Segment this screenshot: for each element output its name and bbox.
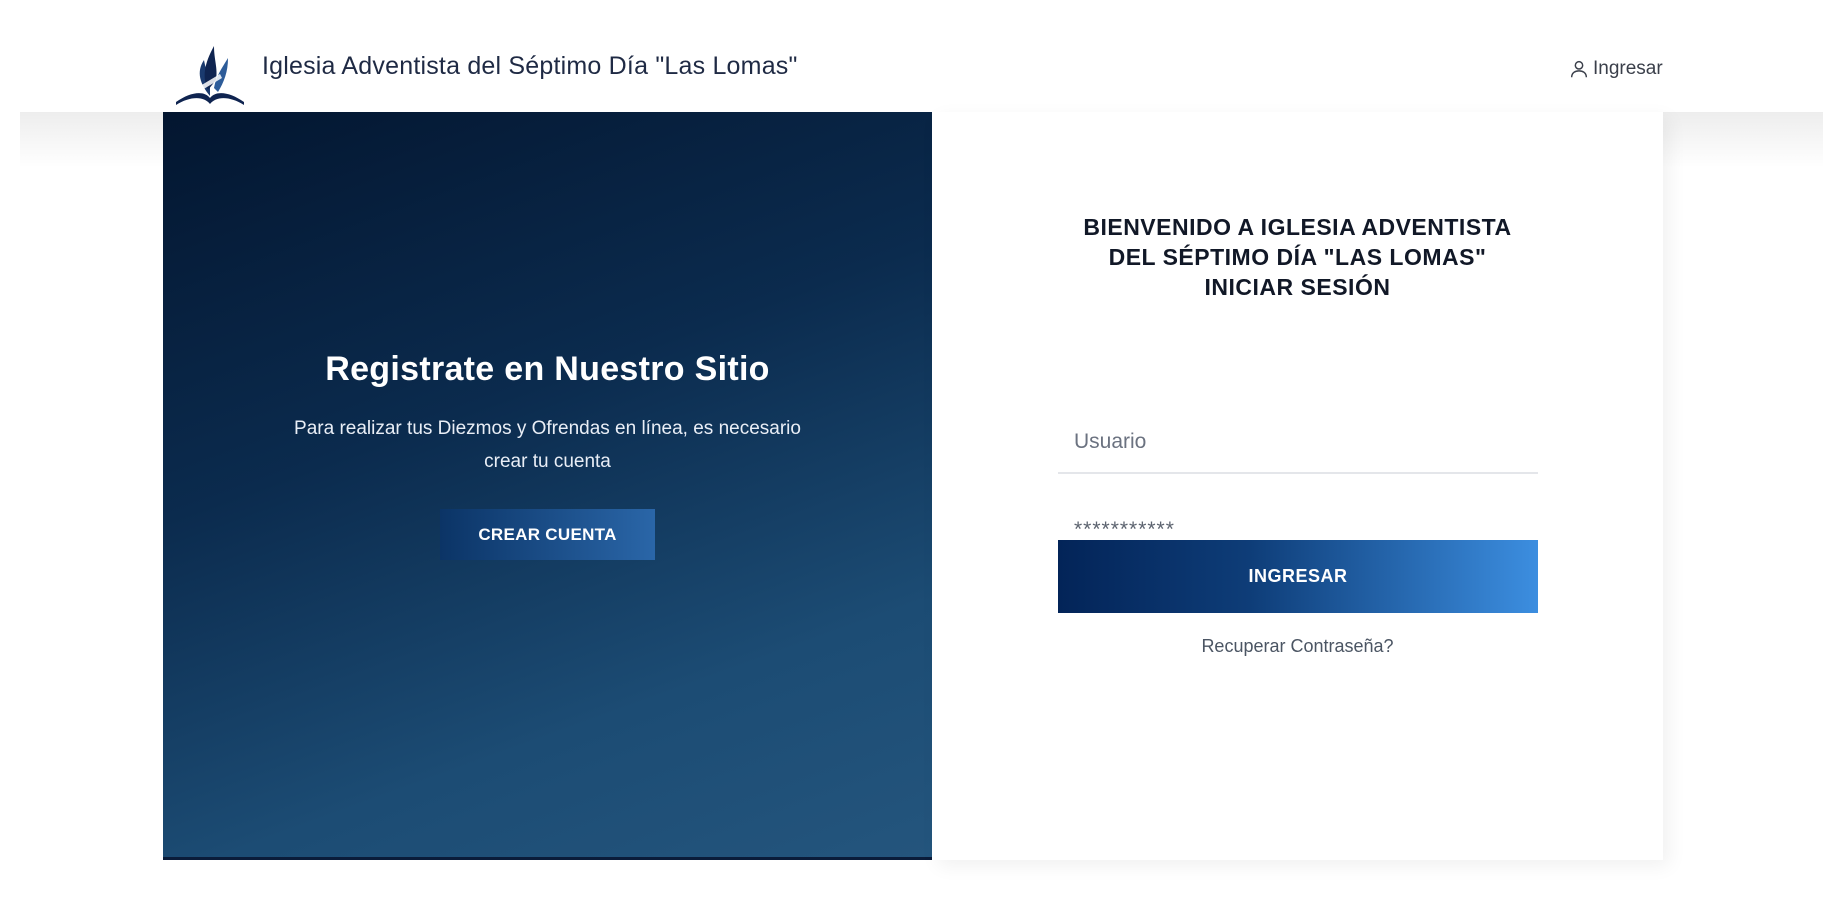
username-input[interactable] <box>1058 412 1538 474</box>
user-icon <box>1570 60 1588 78</box>
church-logo-icon[interactable] <box>170 38 250 106</box>
recover-password-link[interactable]: Recuperar Contraseña? <box>932 636 1663 657</box>
welcome-line: BIENVENIDO A IGLESIA ADVENTISTA <box>1083 214 1512 240</box>
site-title[interactable]: Iglesia Adventista del Séptimo Día "Las … <box>262 52 798 81</box>
welcome-heading: BIENVENIDO A IGLESIA ADVENTISTA DEL SÉPT… <box>932 212 1663 302</box>
welcome-line: DEL SÉPTIMO DÍA "LAS LOMAS" <box>1108 244 1487 270</box>
promo-title: Registrate en Nuestro Sitio <box>325 350 770 388</box>
login-subtitle: INICIAR SESIÓN <box>1204 274 1391 300</box>
header-login-link[interactable]: Ingresar <box>1568 58 1663 80</box>
top-navbar: Iglesia Adventista del Séptimo Día "Las … <box>0 0 1843 112</box>
login-submit-button[interactable]: INGRESAR <box>1058 540 1538 613</box>
page: Iglesia Adventista del Séptimo Día "Las … <box>0 0 1843 900</box>
promo-description: Para realizar tus Diezmos y Ofrendas en … <box>294 418 801 472</box>
header-login-label: Ingresar <box>1593 58 1663 79</box>
create-account-button[interactable]: CREAR CUENTA <box>440 509 655 560</box>
login-panel: BIENVENIDO A IGLESIA ADVENTISTA DEL SÉPT… <box>932 112 1663 860</box>
register-promo-panel: Registrate en Nuestro Sitio Para realiza… <box>163 112 932 860</box>
